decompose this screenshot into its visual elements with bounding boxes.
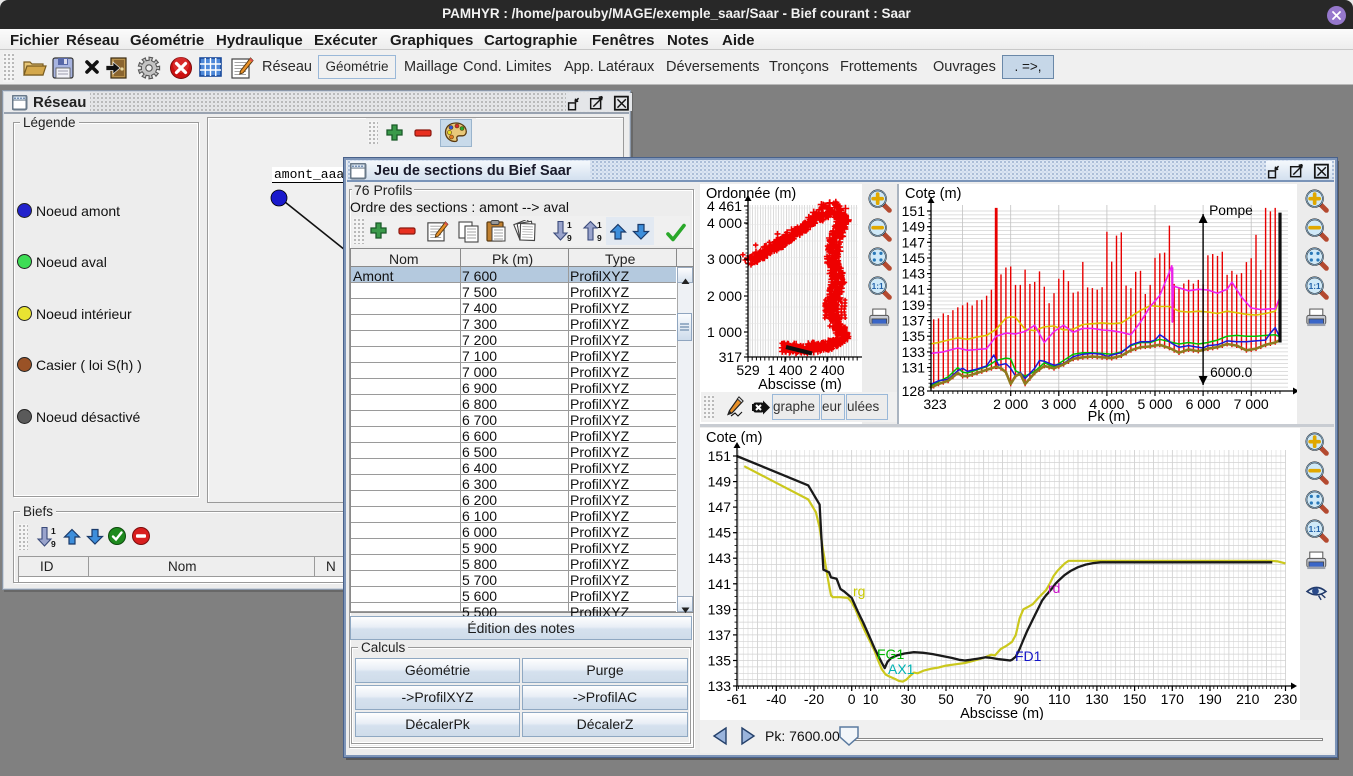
svg-text:210: 210: [1236, 691, 1260, 707]
svg-text:1: 1: [567, 220, 572, 230]
svg-text:1:1: 1:1: [1309, 525, 1321, 534]
svg-text:Cote (m): Cote (m): [706, 430, 762, 446]
svg-text:151: 151: [708, 448, 732, 464]
svg-text:1 000: 1 000: [707, 324, 742, 340]
svg-text:147: 147: [708, 499, 732, 515]
svg-text:0: 0: [848, 691, 856, 707]
svg-text:323: 323: [923, 396, 947, 412]
svg-text:139: 139: [708, 601, 732, 617]
svg-text:-20: -20: [804, 691, 824, 707]
svg-text:AX1: AX1: [888, 661, 915, 677]
svg-text:130: 130: [1085, 691, 1109, 707]
svg-text:Cote (m): Cote (m): [905, 186, 961, 202]
svg-text:7 000: 7 000: [1234, 396, 1269, 412]
svg-text:1: 1: [597, 220, 602, 230]
svg-text:rd: rd: [1048, 580, 1060, 596]
svg-text:FD1: FD1: [1015, 648, 1042, 664]
svg-text:-40: -40: [766, 691, 786, 707]
svg-text:Pompe: Pompe: [1209, 203, 1253, 218]
svg-text:143: 143: [902, 266, 926, 282]
svg-text:137: 137: [902, 313, 926, 329]
svg-text:145: 145: [902, 250, 926, 266]
svg-text:151: 151: [902, 203, 926, 219]
svg-text:1:1: 1:1: [872, 282, 884, 291]
svg-text:3 000: 3 000: [707, 251, 742, 267]
svg-text:70: 70: [976, 691, 992, 707]
svg-text:-61: -61: [727, 691, 747, 707]
svg-text:50: 50: [938, 691, 954, 707]
svg-text:2 000: 2 000: [993, 396, 1028, 412]
svg-text:6000.0: 6000.0: [1210, 365, 1253, 380]
svg-text:190: 190: [1198, 691, 1222, 707]
svg-text:135: 135: [708, 653, 732, 669]
svg-text:149: 149: [708, 474, 732, 490]
svg-text:6 000: 6 000: [1186, 396, 1221, 412]
svg-text:9: 9: [567, 233, 572, 243]
svg-text:Ordonnée (m): Ordonnée (m): [706, 186, 796, 202]
svg-text:143: 143: [708, 550, 732, 566]
svg-text:141: 141: [708, 576, 732, 592]
svg-text:9: 9: [597, 233, 602, 243]
svg-text:149: 149: [902, 219, 926, 235]
svg-text:131: 131: [902, 360, 926, 376]
svg-text:4 000: 4 000: [707, 215, 742, 231]
svg-text:Abscisse (m): Abscisse (m): [758, 377, 842, 393]
svg-text:FG1: FG1: [877, 646, 904, 662]
svg-text:rg: rg: [853, 583, 865, 599]
svg-text:30: 30: [901, 691, 917, 707]
svg-text:141: 141: [902, 281, 926, 297]
svg-text:Pk (m): Pk (m): [1088, 409, 1131, 424]
svg-text:3 000: 3 000: [1041, 396, 1076, 412]
svg-text:147: 147: [902, 234, 926, 250]
svg-text:1: 1: [51, 526, 56, 536]
svg-text:145: 145: [708, 525, 732, 541]
svg-text:1:1: 1:1: [1309, 282, 1321, 291]
svg-text:135: 135: [902, 328, 926, 344]
svg-text:9: 9: [51, 539, 56, 549]
svg-text:230: 230: [1274, 691, 1298, 707]
svg-text:2 000: 2 000: [707, 288, 742, 304]
svg-text:Abscisse (m): Abscisse (m): [960, 706, 1044, 720]
svg-text:133: 133: [902, 344, 926, 360]
svg-text:170: 170: [1161, 691, 1185, 707]
svg-text:10: 10: [863, 691, 879, 707]
svg-text:128: 128: [902, 383, 926, 399]
svg-text:1 400: 1 400: [767, 362, 802, 378]
svg-text:139: 139: [902, 297, 926, 313]
svg-text:529: 529: [736, 362, 760, 378]
svg-text:5 000: 5 000: [1137, 396, 1172, 412]
svg-text:90: 90: [1014, 691, 1030, 707]
svg-text:150: 150: [1123, 691, 1147, 707]
svg-text:137: 137: [708, 627, 732, 643]
svg-text:110: 110: [1048, 691, 1071, 707]
svg-text:2 400: 2 400: [809, 362, 844, 378]
